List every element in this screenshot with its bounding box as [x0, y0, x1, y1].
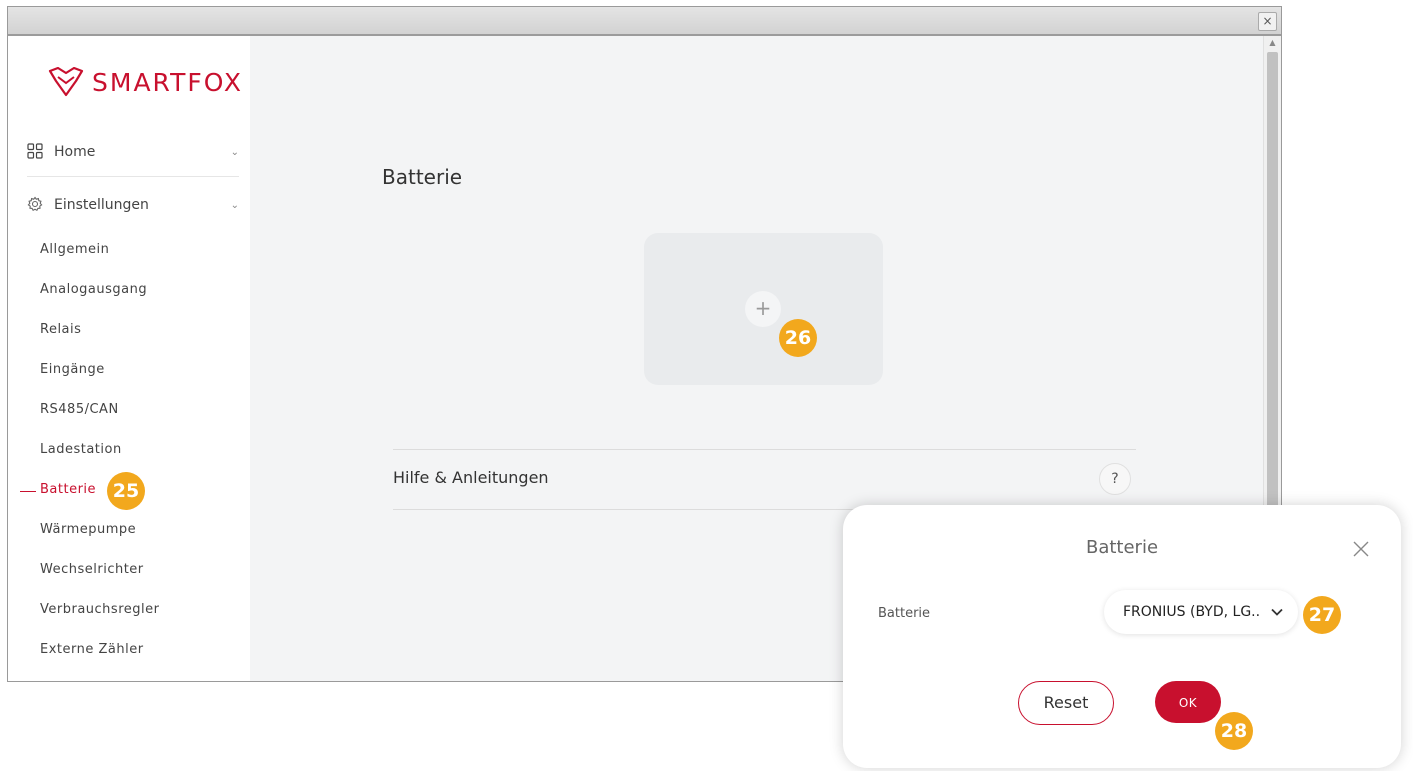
logo-text: SMARTFOX [92, 67, 243, 97]
help-label[interactable]: Hilfe & Anleitungen [393, 468, 549, 487]
chevron-down-icon: ⌄ [230, 199, 239, 211]
add-battery-card[interactable]: + [644, 233, 883, 385]
sidebar-item-eingaenge[interactable]: Eingänge [40, 362, 105, 377]
sidebar-item-relais[interactable]: Relais [40, 322, 81, 337]
sidebar-item-externe-zaehler[interactable]: Externe Zähler [40, 642, 144, 657]
nav-home[interactable]: Home ⌄ [27, 128, 239, 177]
reset-button[interactable]: Reset [1018, 681, 1114, 725]
chevron-down-icon [1271, 608, 1283, 616]
fox-logo-icon [48, 67, 84, 97]
nav-einstellungen[interactable]: Einstellungen ⌄ [27, 181, 239, 229]
add-battery-button[interactable]: + [745, 291, 781, 327]
sidebar-item-verbrauchsregler[interactable]: Verbrauchsregler [40, 602, 159, 617]
help-button[interactable]: ? [1099, 463, 1131, 495]
smartfox-logo: SMARTFOX [48, 62, 243, 102]
sidebar: SMARTFOX Home ⌄ Einstellungen ⌄ Allgemei… [8, 36, 250, 681]
chevron-down-icon: ⌄ [230, 146, 239, 158]
sidebar-item-waermepumpe[interactable]: Wärmepumpe [40, 522, 136, 537]
ok-button[interactable]: OK [1155, 681, 1221, 723]
page-title: Batterie [382, 165, 463, 189]
step-marker-26: 26 [779, 319, 817, 357]
battery-select-value: FRONIUS (BYD, LG.. [1123, 604, 1261, 620]
gear-icon [27, 196, 45, 214]
help-divider-top [393, 449, 1136, 450]
battery-select[interactable]: FRONIUS (BYD, LG.. [1104, 590, 1298, 634]
close-icon[interactable] [1351, 539, 1371, 559]
dialog-title: Batterie [1085, 537, 1159, 558]
step-marker-27: 27 [1303, 596, 1341, 634]
active-indicator [20, 491, 36, 492]
sidebar-item-ladestation[interactable]: Ladestation [40, 442, 122, 457]
nav-home-label: Home [54, 144, 96, 160]
nav-einstellungen-label: Einstellungen [54, 197, 149, 213]
sidebar-item-allgemein[interactable]: Allgemein [40, 242, 109, 257]
scroll-up-icon[interactable]: ▲ [1264, 36, 1281, 50]
sidebar-item-rs485-can[interactable]: RS485/CAN [40, 402, 119, 417]
battery-dialog: Batterie Batterie FRONIUS (BYD, LG.. Res… [843, 505, 1401, 768]
window-titlebar: × [8, 7, 1281, 36]
battery-field-label: Batterie [878, 606, 931, 621]
sidebar-item-batterie[interactable]: Batterie [40, 482, 96, 497]
grid-icon [27, 143, 45, 161]
step-marker-28: 28 [1215, 712, 1253, 750]
step-marker-25: 25 [107, 472, 145, 510]
sidebar-item-analogausgang[interactable]: Analogausgang [40, 282, 147, 297]
window-close-button[interactable]: × [1258, 12, 1277, 31]
sidebar-item-wechselrichter[interactable]: Wechselrichter [40, 562, 144, 577]
